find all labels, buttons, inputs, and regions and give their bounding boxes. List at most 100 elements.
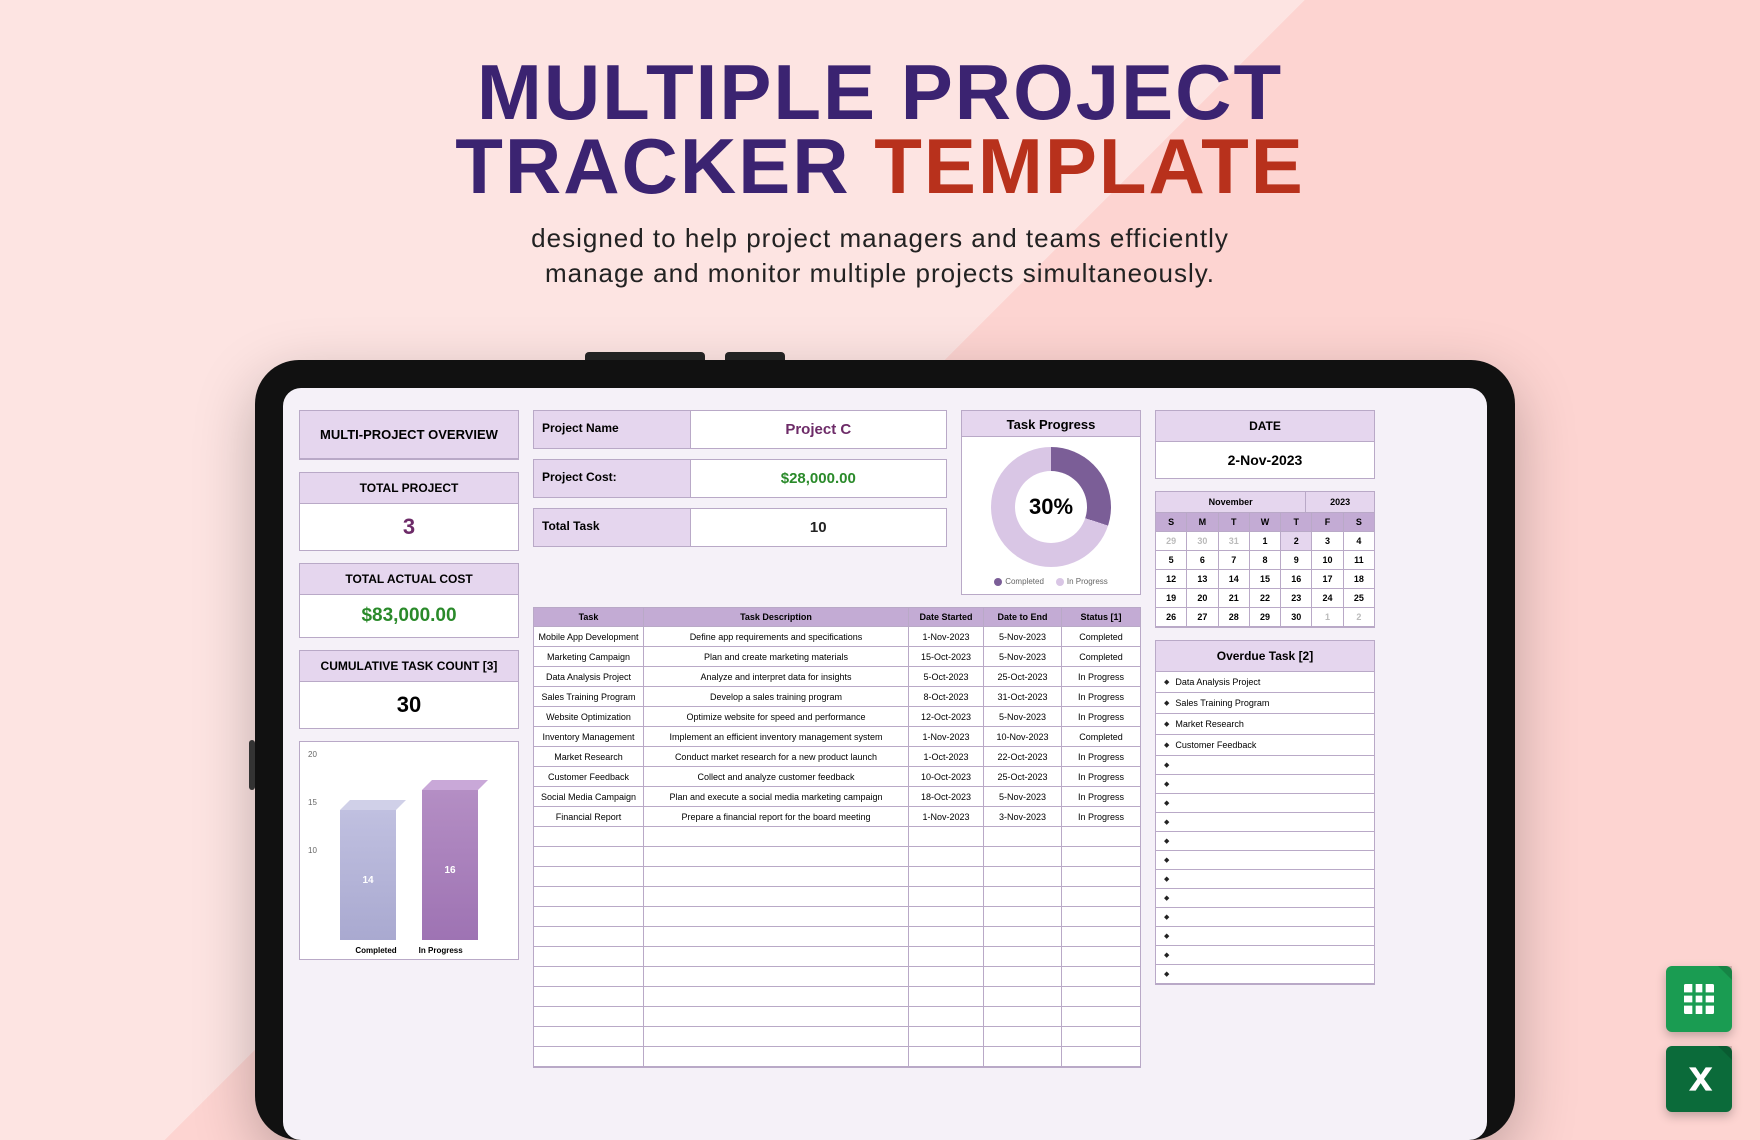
cell[interactable] <box>534 867 644 887</box>
cal-day[interactable]: 16 <box>1281 570 1312 589</box>
table-row[interactable]: Social Media CampaignPlan and execute a … <box>534 787 1140 807</box>
cell[interactable]: Website Optimization <box>534 707 644 727</box>
cell[interactable]: 10-Oct-2023 <box>909 767 984 787</box>
cal-day[interactable]: 20 <box>1187 589 1218 608</box>
cell[interactable] <box>1062 927 1140 947</box>
table-row[interactable] <box>534 867 1140 887</box>
cal-day[interactable]: 4 <box>1344 532 1374 551</box>
cell[interactable]: 1-Nov-2023 <box>909 627 984 647</box>
cell[interactable]: 25-Oct-2023 <box>984 667 1062 687</box>
table-row[interactable] <box>534 987 1140 1007</box>
cal-day[interactable]: 29 <box>1250 608 1281 627</box>
cal-day[interactable]: 6 <box>1187 551 1218 570</box>
cell[interactable]: Plan and execute a social media marketin… <box>644 787 909 807</box>
cell[interactable] <box>984 1027 1062 1047</box>
cell[interactable] <box>909 967 984 987</box>
cell[interactable]: Social Media Campaign <box>534 787 644 807</box>
cell[interactable] <box>644 967 909 987</box>
cell[interactable] <box>984 887 1062 907</box>
cell[interactable] <box>909 987 984 1007</box>
cell[interactable] <box>1062 987 1140 1007</box>
cell[interactable]: Completed <box>1062 727 1140 747</box>
cal-day[interactable]: 14 <box>1219 570 1250 589</box>
cal-day[interactable]: 29 <box>1156 532 1187 551</box>
table-row[interactable]: Market ResearchConduct market research f… <box>534 747 1140 767</box>
cell[interactable] <box>1062 907 1140 927</box>
cell[interactable] <box>909 1007 984 1027</box>
cell[interactable] <box>644 907 909 927</box>
cell[interactable] <box>534 927 644 947</box>
cell[interactable]: Implement an efficient inventory managem… <box>644 727 909 747</box>
cal-day[interactable]: 27 <box>1187 608 1218 627</box>
cell[interactable]: Market Research <box>534 747 644 767</box>
cell[interactable]: Customer Feedback <box>534 767 644 787</box>
cell[interactable]: 1-Nov-2023 <box>909 727 984 747</box>
cell[interactable] <box>909 1047 984 1067</box>
table-row[interactable]: Website OptimizationOptimize website for… <box>534 707 1140 727</box>
table-row[interactable]: Customer FeedbackCollect and analyze cus… <box>534 767 1140 787</box>
table-row[interactable] <box>534 907 1140 927</box>
cell[interactable]: Conduct market research for a new produc… <box>644 747 909 767</box>
cell[interactable] <box>909 867 984 887</box>
cell[interactable]: 5-Nov-2023 <box>984 787 1062 807</box>
cell[interactable] <box>984 827 1062 847</box>
cell[interactable] <box>984 987 1062 1007</box>
cell[interactable] <box>534 827 644 847</box>
cell[interactable]: 8-Oct-2023 <box>909 687 984 707</box>
table-row[interactable] <box>534 887 1140 907</box>
table-row[interactable] <box>534 927 1140 947</box>
cell[interactable]: 5-Nov-2023 <box>984 707 1062 727</box>
cell[interactable] <box>644 927 909 947</box>
cell[interactable]: Plan and create marketing materials <box>644 647 909 667</box>
cell[interactable] <box>534 987 644 1007</box>
project-name-value[interactable]: Project C <box>691 411 946 448</box>
cell[interactable] <box>534 1007 644 1027</box>
cell[interactable] <box>534 907 644 927</box>
cell[interactable]: 10-Nov-2023 <box>984 727 1062 747</box>
cal-day[interactable]: 30 <box>1281 608 1312 627</box>
cell[interactable]: Sales Training Program <box>534 687 644 707</box>
cell[interactable] <box>534 887 644 907</box>
cell[interactable] <box>984 947 1062 967</box>
cal-day[interactable]: 21 <box>1219 589 1250 608</box>
cell[interactable] <box>644 847 909 867</box>
cal-day[interactable]: 1 <box>1312 608 1343 627</box>
cell[interactable] <box>984 867 1062 887</box>
cell[interactable]: 25-Oct-2023 <box>984 767 1062 787</box>
cal-day[interactable]: 18 <box>1344 570 1374 589</box>
cal-day[interactable]: 23 <box>1281 589 1312 608</box>
cell[interactable]: Define app requirements and specificatio… <box>644 627 909 647</box>
cell[interactable] <box>534 1027 644 1047</box>
cell[interactable] <box>644 1007 909 1027</box>
cell[interactable] <box>909 927 984 947</box>
cell[interactable]: In Progress <box>1062 767 1140 787</box>
cal-day[interactable]: 25 <box>1344 589 1374 608</box>
cell[interactable]: In Progress <box>1062 787 1140 807</box>
cell[interactable]: Financial Report <box>534 807 644 827</box>
cell[interactable]: Develop a sales training program <box>644 687 909 707</box>
cell[interactable] <box>1062 827 1140 847</box>
cal-day[interactable]: 1 <box>1250 532 1281 551</box>
cell[interactable] <box>644 867 909 887</box>
cell[interactable]: Completed <box>1062 647 1140 667</box>
cell[interactable] <box>909 847 984 867</box>
cell[interactable] <box>984 927 1062 947</box>
cell[interactable] <box>909 887 984 907</box>
cell[interactable] <box>984 1007 1062 1027</box>
cal-day[interactable]: 7 <box>1219 551 1250 570</box>
cell[interactable]: 22-Oct-2023 <box>984 747 1062 767</box>
cal-day[interactable]: 3 <box>1312 532 1343 551</box>
cell[interactable]: Collect and analyze customer feedback <box>644 767 909 787</box>
cal-day[interactable]: 11 <box>1344 551 1374 570</box>
cell[interactable]: In Progress <box>1062 707 1140 727</box>
cell[interactable] <box>909 1027 984 1047</box>
cal-day[interactable]: 17 <box>1312 570 1343 589</box>
cell[interactable]: 12-Oct-2023 <box>909 707 984 727</box>
table-row[interactable]: Data Analysis ProjectAnalyze and interpr… <box>534 667 1140 687</box>
cal-day[interactable]: 5 <box>1156 551 1187 570</box>
cell[interactable]: Optimize website for speed and performan… <box>644 707 909 727</box>
cell[interactable] <box>909 907 984 927</box>
cell[interactable] <box>534 947 644 967</box>
cell[interactable] <box>1062 1047 1140 1067</box>
cell[interactable]: Analyze and interpret data for insights <box>644 667 909 687</box>
